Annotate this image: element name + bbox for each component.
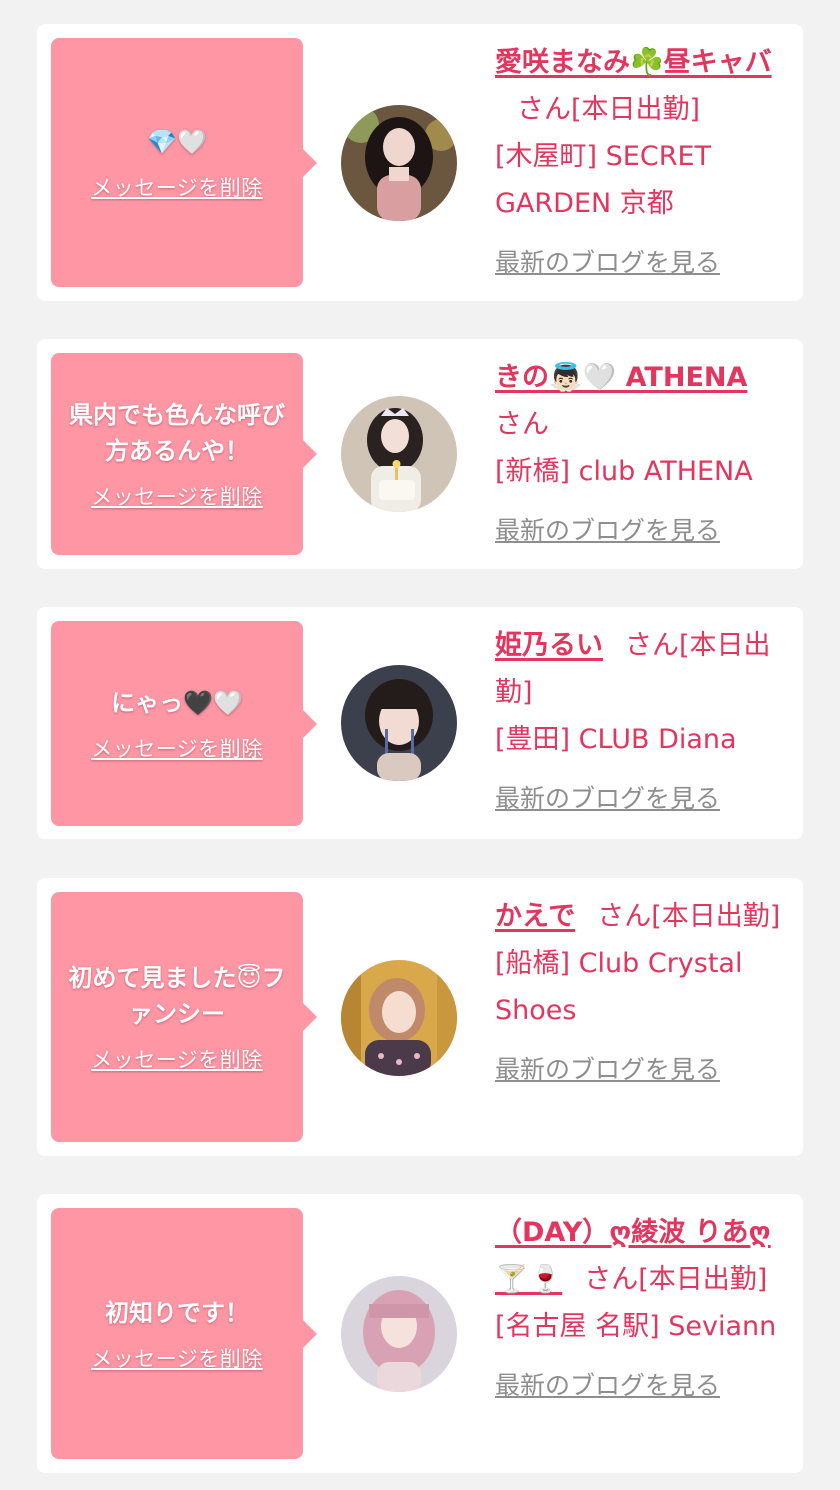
message-text: にゃっ🖤🤍 xyxy=(111,688,243,717)
avatar[interactable] xyxy=(341,665,457,781)
message-text: 初知りです！ xyxy=(105,1298,249,1327)
profile-name-link[interactable]: かえで xyxy=(495,901,575,932)
delete-message-link[interactable]: メッセージを削除 xyxy=(91,1044,263,1074)
message-text: 県内でも色んな呼び方あるんや！ xyxy=(69,401,285,465)
woman-bob-hair-avatar-icon xyxy=(341,665,457,781)
woman-birthday-cake-avatar-icon xyxy=(341,396,457,512)
delete-message-link[interactable]: メッセージを削除 xyxy=(91,1343,263,1373)
status-label: [本日出勤] xyxy=(651,901,781,932)
shop-name: [名古屋 名駅] Seviann xyxy=(495,1311,777,1342)
delete-message-link[interactable]: メッセージを削除 xyxy=(91,481,263,511)
avatar[interactable] xyxy=(341,960,457,1076)
profile-name-link[interactable]: 愛咲まなみ☘️昼キャバ xyxy=(495,47,772,78)
message-bubble: 初めて見ました😇ファンシー メッセージを削除 xyxy=(51,892,317,1142)
woman-gold-background-avatar-icon xyxy=(341,960,457,1076)
message-card: 県内でも色んな呼び方あるんや！ メッセージを削除 きの👼🏻🤍 ATHENA さん … xyxy=(37,339,803,569)
message-list: 💎🤍 メッセージを削除 愛咲まなみ☘️昼キャバさん[本日出勤] [木屋町] SE… xyxy=(0,0,840,1490)
profile-info: かえで さん[本日出勤] [船橋] Club Crystal Shoes 最新のブ… xyxy=(495,893,795,1093)
profile-name-link[interactable]: きの👼🏻🤍 ATHENA xyxy=(495,362,747,393)
honorific: さん xyxy=(517,94,571,125)
shop-name: [船橋] Club Crystal Shoes xyxy=(495,948,743,1026)
honorific: さん xyxy=(584,1264,639,1295)
message-text: 💎🤍 xyxy=(147,127,207,156)
latest-blog-link[interactable]: 最新のブログを見る xyxy=(495,1046,795,1093)
status-label: [本日出勤] xyxy=(638,1264,768,1295)
delete-message-link[interactable]: メッセージを削除 xyxy=(91,172,263,202)
message-card: にゃっ🖤🤍 メッセージを削除 姫乃るい さん[本日出勤] [豊田] CLUB Di… xyxy=(37,607,803,839)
message-text: 初めて見ました😇ファンシー xyxy=(68,964,286,1028)
latest-blog-link[interactable]: 最新のブログを見る xyxy=(495,1362,795,1409)
woman-dark-hair-avatar-icon xyxy=(341,105,457,221)
woman-pink-hair-avatar-icon xyxy=(341,1276,457,1392)
latest-blog-link[interactable]: 最新のブログを見る xyxy=(495,239,795,286)
avatar[interactable] xyxy=(341,105,457,221)
honorific: さん xyxy=(597,901,652,932)
profile-info: 愛咲まなみ☘️昼キャバさん[本日出勤] [木屋町] SECRET GARDEN … xyxy=(495,39,795,286)
message-bubble: 県内でも色んな呼び方あるんや！ メッセージを削除 xyxy=(51,353,317,555)
avatar[interactable] xyxy=(341,1276,457,1392)
honorific: さん xyxy=(495,409,549,440)
profile-info: きの👼🏻🤍 ATHENA さん [新橋] club ATHENA 最新のブログを見… xyxy=(495,354,795,554)
message-card: 💎🤍 メッセージを削除 愛咲まなみ☘️昼キャバさん[本日出勤] [木屋町] SE… xyxy=(37,24,803,301)
shop-name: [木屋町] SECRET GARDEN 京都 xyxy=(495,141,712,219)
shop-name: [豊田] CLUB Diana xyxy=(495,724,737,755)
honorific: さん xyxy=(625,630,679,661)
message-bubble: にゃっ🖤🤍 メッセージを削除 xyxy=(51,621,317,826)
avatar[interactable] xyxy=(341,396,457,512)
latest-blog-link[interactable]: 最新のブログを見る xyxy=(495,775,795,822)
status-label: [本日出勤] xyxy=(571,94,701,125)
message-bubble: 💎🤍 メッセージを削除 xyxy=(51,38,317,287)
message-card: 初めて見ました😇ファンシー メッセージを削除 かえで さん[本日出勤] [船橋] … xyxy=(37,878,803,1156)
latest-blog-link[interactable]: 最新のブログを見る xyxy=(495,507,795,554)
delete-message-link[interactable]: メッセージを削除 xyxy=(91,733,263,763)
message-card: 初知りです！ メッセージを削除 （DAY）ღ綾波 りあღ🍸🍷 さん[本日出勤] [… xyxy=(37,1194,803,1473)
shop-name: [新橋] club ATHENA xyxy=(495,456,753,487)
message-bubble: 初知りです！ メッセージを削除 xyxy=(51,1208,317,1459)
profile-info: 姫乃るい さん[本日出勤] [豊田] CLUB Diana 最新のブログを見る xyxy=(495,622,795,822)
profile-name-link[interactable]: 姫乃るい xyxy=(495,630,603,661)
profile-info: （DAY）ღ綾波 りあღ🍸🍷 さん[本日出勤] [名古屋 名駅] Seviann … xyxy=(495,1209,795,1409)
